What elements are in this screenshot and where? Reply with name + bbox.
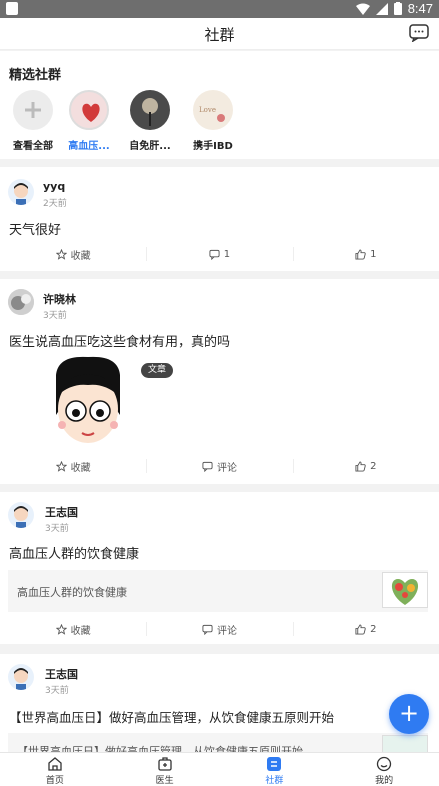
post-image[interactable] bbox=[48, 355, 128, 449]
tab-label: 首页 bbox=[45, 776, 64, 786]
post-actions: 收藏 评论 2 bbox=[0, 619, 439, 639]
post-time: 2天前 bbox=[43, 199, 67, 209]
group-view-all[interactable]: 查看全部 bbox=[2, 90, 64, 152]
group-hypertension[interactable]: 高血压... bbox=[58, 90, 120, 152]
comment-button[interactable]: 评论 bbox=[146, 456, 292, 476]
comment-button[interactable]: 评论 bbox=[146, 619, 292, 639]
post-card[interactable]: 许晓林 3天前 医生说高血压吃这些食材有用，真的吗 文章 收藏 评论 2 bbox=[0, 279, 439, 484]
collect-button[interactable]: 收藏 bbox=[0, 244, 146, 264]
post-title: 天气很好 bbox=[9, 223, 62, 238]
group-ibd[interactable]: Love 携手IBD bbox=[182, 90, 244, 152]
thumb-up-icon bbox=[355, 623, 366, 635]
featured-groups-section: 精选社群 查看全部 高血压... 自免肝... Love 携手IBD bbox=[0, 51, 439, 159]
tab-home[interactable]: 首页 bbox=[0, 753, 110, 786]
tab-label: 医生 bbox=[155, 776, 174, 786]
article-link[interactable]: 【世界高血压日】做好高血压管理，从饮食健康五原则开始 bbox=[8, 733, 428, 752]
collect-button[interactable]: 收藏 bbox=[0, 456, 146, 476]
clock: 8:47 bbox=[407, 1, 433, 16]
comment-count: 1 bbox=[223, 248, 231, 260]
group-label: 高血压... bbox=[68, 141, 110, 152]
message-icon[interactable] bbox=[409, 24, 429, 42]
like-count: 1 bbox=[370, 248, 377, 260]
comment-icon bbox=[202, 461, 213, 472]
smiley-icon bbox=[376, 756, 392, 772]
signal-icon bbox=[375, 2, 388, 15]
article-title: 高血压人群的饮食健康 bbox=[17, 586, 127, 599]
post-actions: 收藏 1 1 bbox=[0, 244, 439, 264]
comment-button[interactable]: 1 bbox=[146, 244, 292, 264]
thumb-up-icon bbox=[355, 248, 366, 260]
app-header: 社群 bbox=[0, 18, 439, 50]
article-link[interactable]: 高血压人群的饮食健康 bbox=[8, 570, 428, 612]
tab-label: 社群 bbox=[265, 776, 284, 786]
tab-label: 我的 bbox=[375, 776, 394, 786]
like-button[interactable]: 2 bbox=[292, 456, 439, 476]
post-title: 高血压人群的饮食健康 bbox=[9, 547, 140, 562]
wifi-icon bbox=[355, 3, 370, 15]
plus-icon: + bbox=[398, 699, 420, 727]
bottom-tab-bar: 首页 医生 社群 我的 bbox=[0, 752, 439, 786]
user-name: 王志国 bbox=[45, 506, 78, 519]
plus-icon bbox=[13, 90, 53, 130]
article-thumbnail bbox=[382, 735, 428, 752]
tab-community[interactable]: 社群 bbox=[220, 753, 330, 786]
star-icon bbox=[55, 248, 67, 260]
comment-icon bbox=[209, 249, 220, 260]
comment-label: 评论 bbox=[216, 625, 237, 637]
post-card[interactable]: yyq 2天前 天气很好 收藏 1 1 bbox=[0, 167, 439, 271]
medical-kit-icon bbox=[157, 757, 172, 771]
post-time: 3天前 bbox=[45, 686, 69, 696]
group-label: 自免肝... bbox=[129, 141, 171, 152]
tab-profile[interactable]: 我的 bbox=[329, 753, 439, 786]
comment-icon bbox=[202, 624, 213, 635]
star-icon bbox=[55, 623, 67, 635]
like-count: 2 bbox=[370, 623, 377, 635]
post-time: 3天前 bbox=[43, 311, 67, 321]
section-title: 精选社群 bbox=[9, 68, 62, 83]
article-thumbnail bbox=[382, 572, 428, 608]
comment-label: 评论 bbox=[216, 462, 237, 474]
page-title: 社群 bbox=[204, 26, 235, 44]
star-icon bbox=[55, 460, 67, 472]
battery-icon bbox=[393, 2, 402, 15]
group-avatar bbox=[130, 90, 170, 130]
group-autoimmune-liver[interactable]: 自免肝... bbox=[119, 90, 181, 152]
post-title: 医生说高血压吃这些食材有用，真的吗 bbox=[9, 335, 231, 350]
avatar bbox=[8, 502, 34, 528]
like-button[interactable]: 1 bbox=[292, 244, 439, 264]
svg-text:Love: Love bbox=[199, 106, 216, 114]
create-post-button[interactable]: + bbox=[389, 694, 429, 734]
group-label: 携手IBD bbox=[193, 141, 233, 152]
user-name: 许晓林 bbox=[43, 293, 76, 306]
like-count: 2 bbox=[370, 460, 377, 472]
home-icon bbox=[48, 757, 62, 771]
group-label: 查看全部 bbox=[13, 141, 53, 152]
collect-label: 收藏 bbox=[70, 625, 91, 637]
collect-button[interactable]: 收藏 bbox=[0, 619, 146, 639]
group-avatar bbox=[69, 90, 109, 130]
thumb-up-icon bbox=[355, 460, 366, 472]
notification-icon bbox=[6, 2, 18, 15]
article-title: 【世界高血压日】做好高血压管理，从饮食健康五原则开始 bbox=[17, 745, 303, 752]
like-button[interactable]: 2 bbox=[292, 619, 439, 639]
post-actions: 收藏 评论 2 bbox=[0, 456, 439, 476]
post-card[interactable]: 王志国 3天前 【世界高血压日】做好高血压管理，从饮食健康五原则开始 【世界高血… bbox=[0, 654, 439, 752]
user-name: yyq bbox=[43, 180, 66, 193]
avatar bbox=[8, 664, 34, 690]
collect-label: 收藏 bbox=[70, 250, 91, 262]
user-name: 王志国 bbox=[45, 668, 78, 681]
status-bar: 8:47 bbox=[0, 0, 439, 18]
group-avatar: Love bbox=[193, 90, 233, 130]
post-card[interactable]: 王志国 3天前 高血压人群的饮食健康 高血压人群的饮食健康 收藏 评论 2 bbox=[0, 492, 439, 644]
collect-label: 收藏 bbox=[70, 462, 91, 474]
avatar bbox=[8, 179, 34, 205]
post-title: 【世界高血压日】做好高血压管理，从饮食健康五原则开始 bbox=[9, 710, 335, 725]
avatar bbox=[8, 289, 34, 315]
article-badge: 文章 bbox=[141, 363, 174, 378]
status-icons: 8:47 bbox=[355, 1, 433, 16]
post-time: 3天前 bbox=[45, 524, 69, 534]
tab-doctor[interactable]: 医生 bbox=[110, 753, 220, 786]
community-icon bbox=[267, 757, 282, 771]
